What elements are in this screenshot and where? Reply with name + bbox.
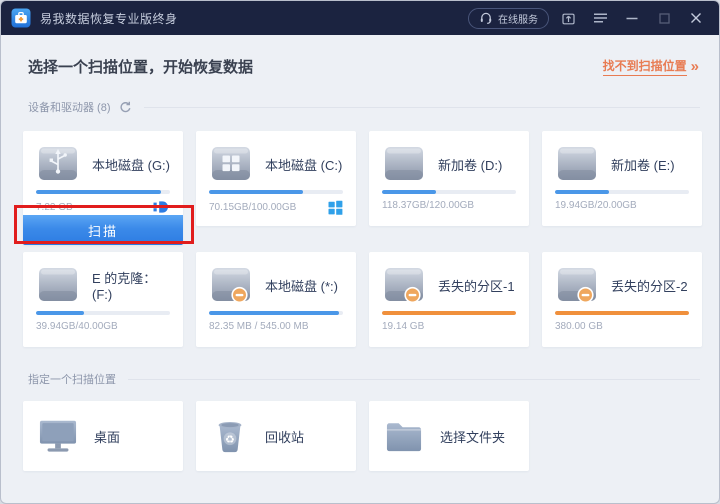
upgrade-icon bbox=[561, 11, 576, 26]
drive-icon bbox=[36, 266, 80, 304]
folder-icon bbox=[383, 418, 425, 454]
minimize-button[interactable] bbox=[619, 5, 645, 31]
drive-icon bbox=[555, 145, 599, 183]
title-bar: 易我数据恢复专业版终身 在线服务 bbox=[1, 1, 719, 35]
usb-badge-icon bbox=[153, 200, 170, 214]
online-service-label: 在线服务 bbox=[498, 11, 538, 26]
drive-size: 19.14 GB bbox=[382, 321, 424, 332]
location-card-folder[interactable]: 选择文件夹 bbox=[369, 401, 529, 471]
drive-card[interactable]: 本地磁盘 (*:) 82.35 MB / 545.00 MB bbox=[196, 252, 356, 347]
devices-section-label: 设备和驱动器 (8) bbox=[28, 99, 111, 115]
drive-size: 118.37GB/120.00GB bbox=[382, 200, 474, 211]
location-card-desktop[interactable]: 桌面 bbox=[23, 401, 183, 471]
capacity-bar bbox=[382, 190, 516, 194]
headset-icon bbox=[479, 11, 493, 25]
drive-name: E 的克隆： (F:) bbox=[92, 268, 170, 302]
drive-size: 7.22 GB bbox=[36, 202, 73, 213]
maximize-button[interactable] bbox=[651, 5, 677, 31]
capacity-bar bbox=[555, 190, 689, 194]
drive-card[interactable]: 本地磁盘 (C:) 70.15GB/100.00GB bbox=[196, 131, 356, 226]
location-label: 选择文件夹 bbox=[440, 427, 505, 446]
double-chevron-right-icon: » bbox=[691, 59, 699, 74]
drive-size: 19.94GB/20.00GB bbox=[555, 200, 637, 211]
close-icon bbox=[690, 12, 702, 24]
drive-card[interactable]: E 的克隆： (F:) 39.94GB/40.00GB bbox=[23, 252, 183, 347]
capacity-bar bbox=[209, 311, 343, 315]
desktop-icon bbox=[37, 417, 79, 455]
drive-icon bbox=[382, 266, 426, 304]
drive-card[interactable]: 丢失的分区-1 19.14 GB bbox=[369, 252, 529, 347]
capacity-bar bbox=[382, 311, 516, 315]
drive-name: 本地磁盘 (C:) bbox=[265, 155, 342, 174]
drive-name: 本地磁盘 (*:) bbox=[265, 276, 338, 295]
app-title: 易我数据恢复专业版终身 bbox=[40, 10, 178, 27]
capacity-bar bbox=[209, 190, 343, 194]
hamburger-menu-icon bbox=[593, 12, 608, 24]
minimize-icon bbox=[626, 12, 638, 24]
capacity-bar bbox=[555, 311, 689, 315]
drive-name: 丢失的分区-1 bbox=[438, 276, 515, 295]
svg-text:♻: ♻ bbox=[225, 433, 235, 446]
drive-card[interactable]: 新加卷 (E:) 19.94GB/20.00GB bbox=[542, 131, 702, 226]
drive-name: 丢失的分区-2 bbox=[611, 276, 688, 295]
location-card-recycle-bin[interactable]: ♻ 回收站 bbox=[196, 401, 356, 471]
location-label: 回收站 bbox=[265, 427, 304, 446]
windows-badge-icon bbox=[328, 200, 343, 215]
drive-name: 本地磁盘 (G:) bbox=[92, 155, 170, 174]
drive-size: 380.00 GB bbox=[555, 321, 603, 332]
upgrade-button[interactable] bbox=[555, 5, 581, 31]
app-window: 易我数据恢复专业版终身 在线服务 bbox=[0, 0, 720, 504]
menu-button[interactable] bbox=[587, 5, 613, 31]
drive-icon bbox=[209, 145, 253, 183]
drive-grid: 本地磁盘 (G:) 7.22 GB 扫描 本地磁盘 (C:) 70.15 bbox=[23, 131, 719, 347]
location-label: 桌面 bbox=[94, 427, 120, 446]
drive-size: 70.15GB/100.00GB bbox=[209, 202, 296, 213]
capacity-bar bbox=[36, 311, 170, 315]
refresh-icon[interactable] bbox=[119, 101, 132, 114]
recycle-bin-icon: ♻ bbox=[210, 416, 250, 456]
cannot-find-location-text: 找不到扫描位置 bbox=[603, 57, 687, 76]
drive-card[interactable]: 丢失的分区-2 380.00 GB bbox=[542, 252, 702, 347]
online-service-button[interactable]: 在线服务 bbox=[468, 8, 549, 29]
drive-icon bbox=[36, 145, 80, 183]
drive-icon bbox=[209, 266, 253, 304]
location-grid: 桌面 ♻ 回收站 选择文件夹 bbox=[23, 401, 719, 471]
drive-icon bbox=[382, 145, 426, 183]
app-logo-icon bbox=[11, 8, 31, 28]
capacity-bar bbox=[36, 190, 170, 194]
scan-button[interactable]: 扫描 bbox=[23, 215, 183, 245]
section-divider bbox=[128, 379, 700, 380]
drive-icon bbox=[555, 266, 599, 304]
cannot-find-location-link[interactable]: 找不到扫描位置 » bbox=[603, 57, 699, 76]
drive-size: 82.35 MB / 545.00 MB bbox=[209, 321, 309, 332]
drive-card[interactable]: 新加卷 (D:) 118.37GB/120.00GB bbox=[369, 131, 529, 226]
specify-section-label: 指定一个扫描位置 bbox=[28, 371, 116, 387]
drive-name: 新加卷 (E:) bbox=[611, 155, 675, 174]
close-button[interactable] bbox=[683, 5, 709, 31]
drive-card[interactable]: 本地磁盘 (G:) 7.22 GB 扫描 bbox=[23, 131, 183, 245]
maximize-icon bbox=[659, 13, 670, 24]
page-title: 选择一个扫描位置，开始恢复数据 bbox=[28, 56, 253, 77]
drive-size: 39.94GB/40.00GB bbox=[36, 321, 118, 332]
drive-name: 新加卷 (D:) bbox=[438, 155, 502, 174]
section-divider bbox=[144, 107, 701, 108]
